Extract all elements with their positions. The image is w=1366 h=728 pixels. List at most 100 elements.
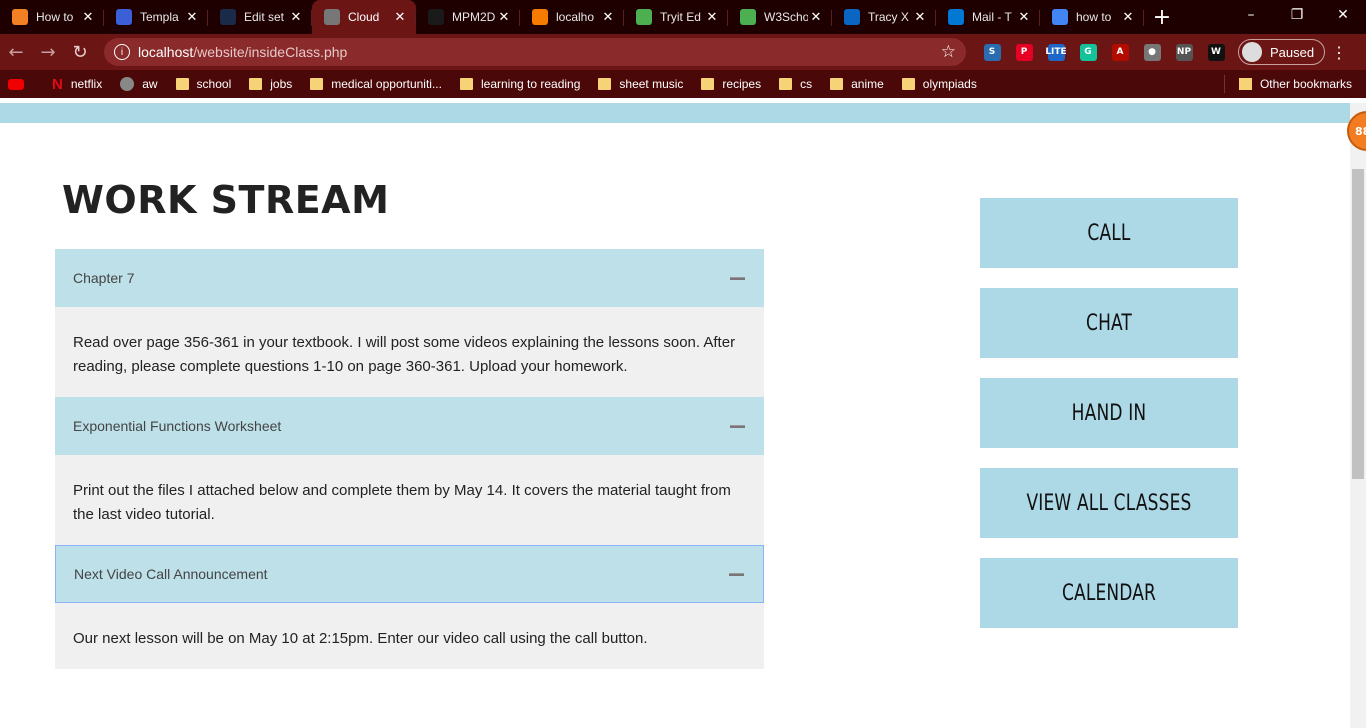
scrollbar-thumb[interactable] [1352,169,1364,479]
close-tab-icon[interactable]: ✕ [392,10,408,25]
collapse-icon[interactable] [729,572,744,576]
back-icon[interactable]: ← [0,36,32,68]
extension-button-3[interactable]: G [1072,37,1104,67]
bookmark-2[interactable]: aw [120,77,158,91]
avatar [1242,42,1262,62]
extension-button-1[interactable]: P [1008,37,1040,67]
close-tab-icon[interactable]: ✕ [288,10,304,25]
browser-toolbar: ← → ↻ i localhost /website/insideClass.p… [0,34,1366,70]
accordion-title: Chapter 7 [73,270,135,286]
close-tab-icon[interactable]: ✕ [184,10,200,25]
extension-button-5[interactable]: ● [1136,37,1168,67]
restore-icon[interactable]: ❐ [1274,0,1320,30]
chat-button[interactable]: CHAT [980,288,1238,358]
other-bookmarks[interactable]: Other bookmarks [1238,77,1352,91]
extension-icon: ● [1143,43,1161,61]
calendar-button[interactable]: CALENDAR [980,558,1238,628]
tab-title: Tryit Ed [660,10,701,24]
accordion-header[interactable]: Chapter 7 [55,249,764,307]
forward-icon[interactable]: → [32,36,64,68]
collapse-icon[interactable] [730,424,745,428]
folder-icon [779,78,793,90]
address-bar[interactable]: i localhost /website/insideClass.php ☆ [104,38,966,66]
top-banner [0,103,1350,123]
scrollbar[interactable] [1350,103,1366,728]
bookmark-7[interactable]: sheet music [598,77,683,91]
bookmark-0[interactable] [8,78,34,90]
call-button[interactable]: CALL [980,198,1238,268]
extension-button-4[interactable]: A [1104,37,1136,67]
tab-title: localho [556,10,595,24]
reload-icon[interactable]: ↻ [64,36,96,68]
tab-9[interactable]: Mail - T ✕ [936,0,1040,34]
bookmark-4[interactable]: jobs [249,77,292,91]
accordion-header[interactable]: Next Video Call Announcement [55,545,764,603]
linkedin-icon [844,9,860,25]
bookmark-label: olympiads [922,77,977,91]
close-tab-icon[interactable]: ✕ [80,10,96,25]
tab-5[interactable]: localho ✕ [520,0,624,34]
bookmark-3[interactable]: school [175,77,231,91]
close-tab-icon[interactable]: ✕ [912,10,928,25]
bookmark-11[interactable]: olympiads [901,77,977,91]
bookmark-8[interactable]: recipes [701,77,761,91]
new-tab-button[interactable]: + [1144,0,1180,34]
tab-2[interactable]: Edit set ✕ [208,0,312,34]
tab-separator [1143,10,1144,26]
extension-button-2[interactable]: LITE [1040,37,1072,67]
folder-icon [830,78,844,90]
tab-title: MPM2D [452,10,496,24]
close-tab-icon[interactable]: ✕ [1120,10,1136,25]
tab-title: How to [36,10,74,24]
extension-button-6[interactable]: NP [1168,37,1200,67]
bookmark-label: learning to reading [480,77,581,91]
close-window-icon[interactable]: ✕ [1320,0,1366,30]
accordion-body: Read over page 356-361 in your textbook.… [55,307,764,397]
tab-6[interactable]: Tryit Ed ✕ [624,0,728,34]
tab-title: how to [1076,10,1112,24]
tab-10[interactable]: how to ✕ [1040,0,1144,34]
close-tab-icon[interactable]: ✕ [808,10,824,25]
bookmark-star-icon[interactable]: ☆ [941,42,956,62]
folder-icon [701,78,715,90]
info-icon[interactable]: i [114,44,130,60]
folder-icon [249,78,263,90]
accordion-body: Print out the files I attached below and… [55,455,764,545]
side-menu: CALL CHAT HAND IN VIEW ALL CLASSES CALENDAR [959,198,1259,648]
tab-7[interactable]: W3Schoo✕ [728,0,832,34]
bookmark-9[interactable]: cs [779,77,812,91]
tab-title: Tracy X [868,10,909,24]
accordion-header[interactable]: Exponential Functions Worksheet [55,397,764,455]
tab-4[interactable]: MPM2D ✕ [416,0,520,34]
bookmark-1[interactable]: Nnetflix [52,76,102,93]
bookmark-label: aw [142,77,158,91]
view-all-classes-button[interactable]: VIEW ALL CLASSES [980,468,1238,538]
close-tab-icon[interactable]: ✕ [600,10,616,25]
tab-title: Cloud [348,10,380,24]
minimize-icon[interactable]: – [1228,0,1274,30]
hand-in-button[interactable]: HAND IN [980,378,1238,448]
tab-3[interactable]: Cloud ✕ [312,0,416,34]
bookmark-label: anime [851,77,884,91]
extension-button-7[interactable]: W [1200,37,1232,67]
extension-icon: G [1079,43,1097,61]
close-tab-icon[interactable]: ✕ [704,10,720,25]
extension-button-0[interactable]: S [976,37,1008,67]
bookmark-label: sheet music [619,77,684,91]
globe-icon [120,77,135,91]
folder-icon [901,78,915,90]
tab-1[interactable]: Templa ✕ [104,0,208,34]
youtube-icon [8,78,24,90]
close-tab-icon[interactable]: ✕ [496,10,512,25]
tab-0[interactable]: How to ✕ [0,0,104,34]
extensions-area: S P LITE G A ● NP W [976,37,1232,67]
bookmark-6[interactable]: learning to reading [459,77,581,91]
bookmark-5[interactable]: medical opportuniti... [310,77,442,91]
bookmark-10[interactable]: anime [830,77,884,91]
tab-8[interactable]: Tracy X ✕ [832,0,936,34]
w3-icon [740,9,756,25]
collapse-icon[interactable] [730,276,745,280]
menu-icon[interactable]: ⋮ [1325,43,1353,62]
close-tab-icon[interactable]: ✕ [1016,10,1032,25]
profile-button[interactable]: Paused [1238,39,1326,65]
